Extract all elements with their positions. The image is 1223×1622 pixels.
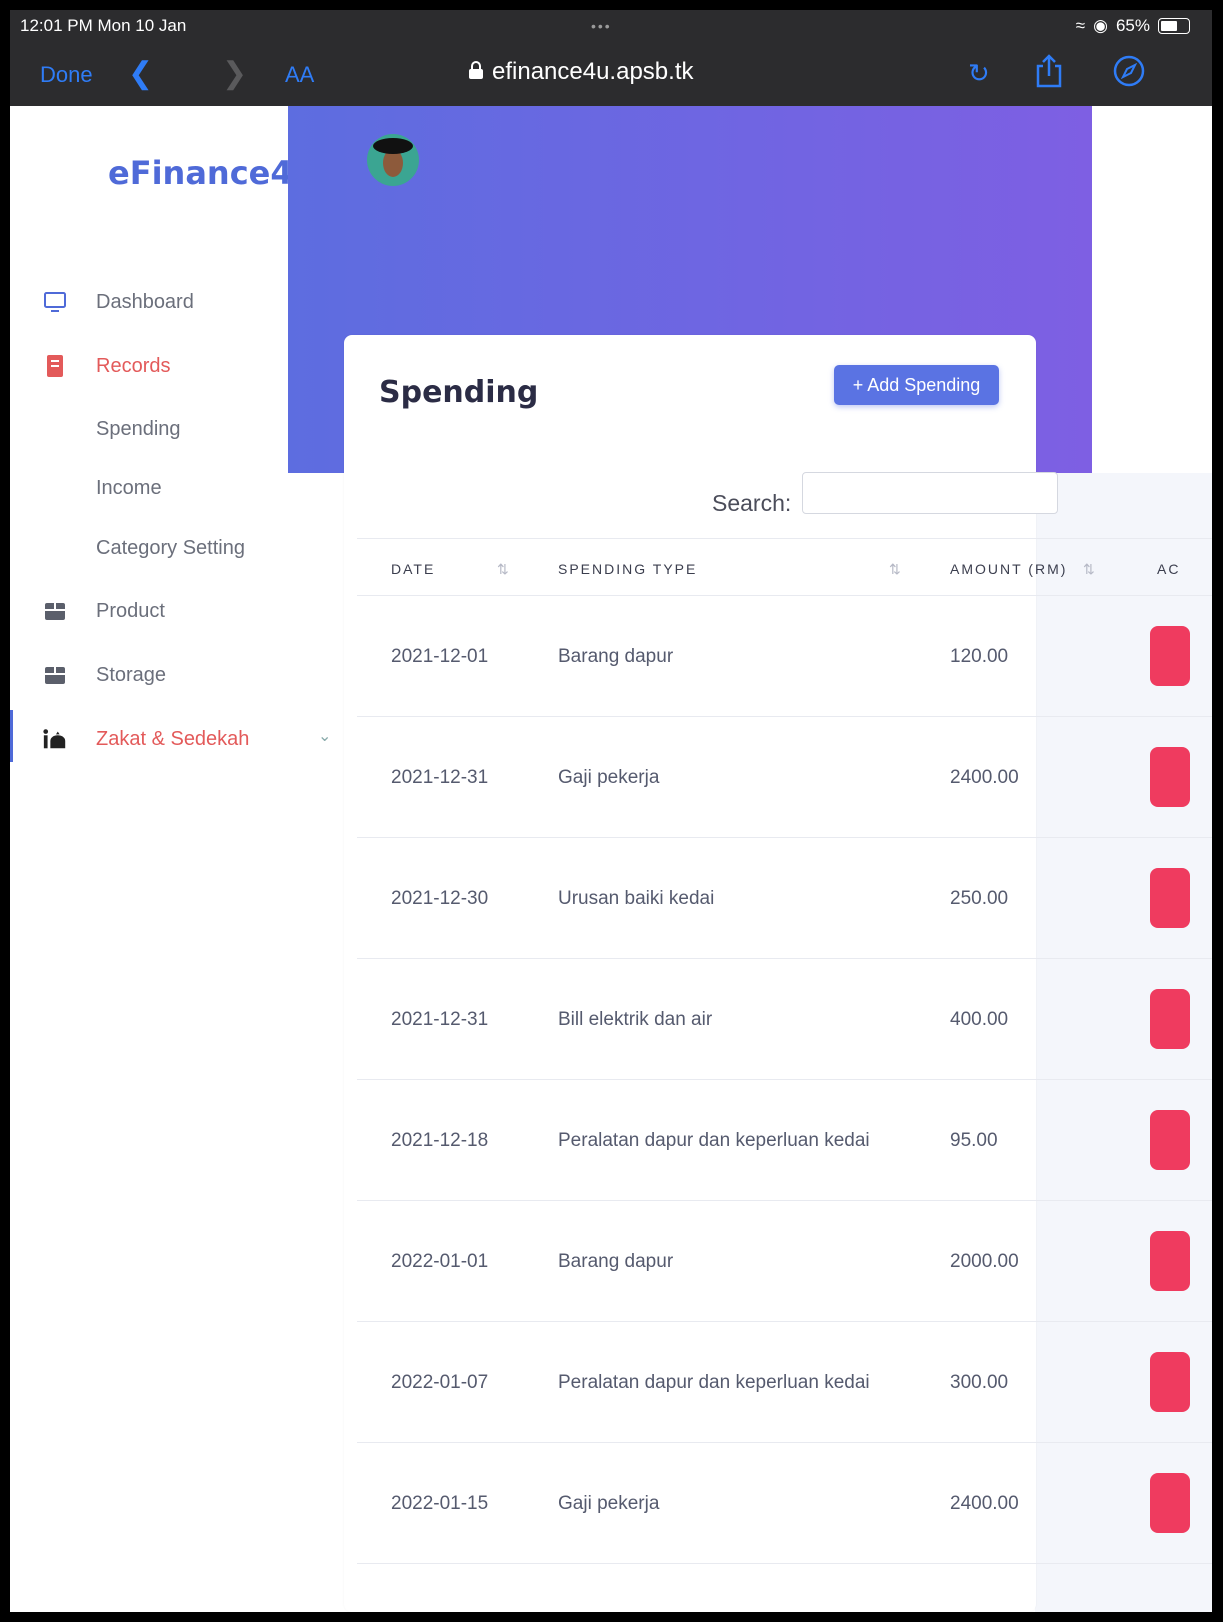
sidebar-item-label: Zakat & Sedekah (96, 727, 250, 750)
sidebar-item-product[interactable]: Product (10, 591, 340, 631)
amount-cell: 400.00 (950, 1009, 1009, 1030)
delete-button[interactable] (1150, 1231, 1190, 1291)
table-row: 2021-12-01 Barang dapur 120.00 (357, 596, 1212, 717)
monitor-icon (42, 289, 68, 315)
table-row: 2022-01-15 Gaji pekerja 2400.00 (357, 1443, 1212, 1564)
date-cell: 2021-12-31 (391, 1009, 489, 1030)
screen: 12:01 PM Mon 10 Jan ••• ≈ ◉ 65% Done ❮ ❯… (10, 10, 1212, 1612)
mosque-icon (42, 726, 68, 752)
delete-button[interactable] (1150, 1473, 1190, 1533)
table-row: 2021-12-30 Urusan baiki kedai 250.00 (357, 838, 1212, 959)
box-icon (42, 662, 68, 688)
date-cell: 2022-01-07 (391, 1372, 489, 1393)
column-header-amount[interactable]: AMOUNT (RM) (950, 561, 1067, 577)
battery-icon (1158, 18, 1190, 34)
box-icon (42, 598, 68, 624)
sidebar-item-label: Storage (96, 663, 167, 686)
location-icon: ◉ (1093, 16, 1108, 35)
compass-icon[interactable] (1112, 54, 1146, 88)
sidebar-subitem-category-setting[interactable]: Category Setting (10, 528, 340, 568)
battery-percent: 65% (1115, 16, 1150, 35)
date-cell: 2022-01-01 (391, 1251, 489, 1272)
table-row: 2021-12-31 Bill elektrik dan air 400.00 (357, 959, 1212, 1080)
spending-type-cell: Bill elektrik dan air (558, 1009, 713, 1030)
sort-icon[interactable]: ⇅ (1083, 561, 1095, 578)
text-size-button[interactable]: AA (285, 62, 314, 88)
table-row: 2022-01-01 Barang dapur 2000.00 (357, 1201, 1212, 1322)
column-header-spending-type[interactable]: SPENDING TYPE (558, 561, 697, 577)
avatar[interactable] (367, 134, 419, 186)
add-spending-button[interactable]: + Add Spending (834, 365, 999, 405)
spending-type-cell: Gaji pekerja (558, 1493, 660, 1514)
date-cell: 2021-12-01 (391, 646, 489, 667)
brand-logo[interactable]: eFinance4u (108, 154, 315, 192)
spending-type-cell: Urusan baiki kedai (558, 888, 715, 909)
date-cell: 2021-12-31 (391, 767, 489, 788)
back-icon[interactable]: ❮ (128, 56, 153, 91)
forward-icon[interactable]: ❯ (222, 56, 247, 91)
sort-icon[interactable]: ⇅ (497, 561, 509, 578)
safari-toolbar: 12:01 PM Mon 10 Jan ••• ≈ ◉ 65% Done ❮ ❯… (10, 10, 1212, 106)
share-icon[interactable] (1034, 54, 1064, 88)
sidebar-item-label: Dashboard (96, 290, 194, 313)
url-text: efinance4u.apsb.tk (492, 58, 694, 85)
book-icon (42, 353, 68, 379)
date-cell: 2022-01-15 (391, 1493, 489, 1514)
amount-cell: 120.00 (950, 646, 1009, 667)
table-row: 2022-01-07 Peralatan dapur dan keperluan… (357, 1322, 1212, 1443)
spending-type-cell: Peralatan dapur dan keperluan kedai (558, 1130, 870, 1151)
delete-button[interactable] (1150, 1110, 1190, 1170)
sidebar-item-storage[interactable]: Storage (10, 655, 340, 695)
spending-type-cell: Peralatan dapur dan keperluan kedai (558, 1372, 870, 1393)
page-title: Spending (379, 375, 539, 410)
delete-button[interactable] (1150, 868, 1190, 928)
reload-icon[interactable]: ↻ (968, 58, 990, 89)
sidebar-item-label: Category Setting (96, 536, 245, 559)
sidebar-item-zakat-sedekah[interactable]: Zakat & Sedekah (10, 719, 340, 759)
multitask-dots[interactable]: ••• (591, 18, 612, 34)
table-row: 2021-12-18 Peralatan dapur dan keperluan… (357, 1080, 1212, 1201)
done-button[interactable]: Done (40, 62, 93, 88)
sidebar-item-label: Spending (96, 417, 181, 440)
spending-type-cell: Gaji pekerja (558, 767, 660, 788)
spending-type-cell: Barang dapur (558, 1251, 674, 1272)
sidebar-item-label: Product (96, 599, 165, 622)
address-bar[interactable]: efinance4u.apsb.tk (468, 58, 693, 86)
column-header-action[interactable]: AC (1157, 561, 1180, 577)
amount-cell: 250.00 (950, 888, 1009, 909)
status-time: 12:01 PM Mon 10 Jan (20, 16, 187, 35)
date-cell: 2021-12-30 (391, 888, 489, 909)
date-cell: 2021-12-18 (391, 1130, 489, 1151)
search-input[interactable] (802, 472, 1058, 514)
delete-button[interactable] (1150, 626, 1190, 686)
column-header-date[interactable]: DATE (391, 561, 435, 577)
amount-cell: 300.00 (950, 1372, 1009, 1393)
spending-type-cell: Barang dapur (558, 646, 674, 667)
sort-icon[interactable]: ⇅ (889, 561, 901, 578)
amount-cell: 2000.00 (950, 1251, 1019, 1272)
table-row: 2021-12-31 Gaji pekerja 2400.00 (357, 717, 1212, 838)
table-header: DATE ⇅ SPENDING TYPE ⇅ AMOUNT (RM) ⇅ AC (357, 538, 1212, 596)
amount-cell: 2400.00 (950, 767, 1019, 788)
sidebar-item-label: Records (96, 354, 171, 377)
amount-cell: 2400.00 (950, 1493, 1019, 1514)
sidebar-item-label: Income (96, 476, 162, 499)
delete-button[interactable] (1150, 747, 1190, 807)
chevron-down-icon[interactable]: ⌄ (318, 726, 331, 746)
search-label: Search: (712, 490, 792, 516)
delete-button[interactable] (1150, 989, 1190, 1049)
amount-cell: 95.00 (950, 1130, 998, 1151)
lock-icon (468, 58, 484, 86)
status-indicators: ≈ ◉ 65% (1076, 16, 1190, 36)
delete-button[interactable] (1150, 1352, 1190, 1412)
sidebar-subitem-income[interactable]: Income (10, 468, 340, 508)
wifi-icon: ≈ (1075, 16, 1086, 35)
